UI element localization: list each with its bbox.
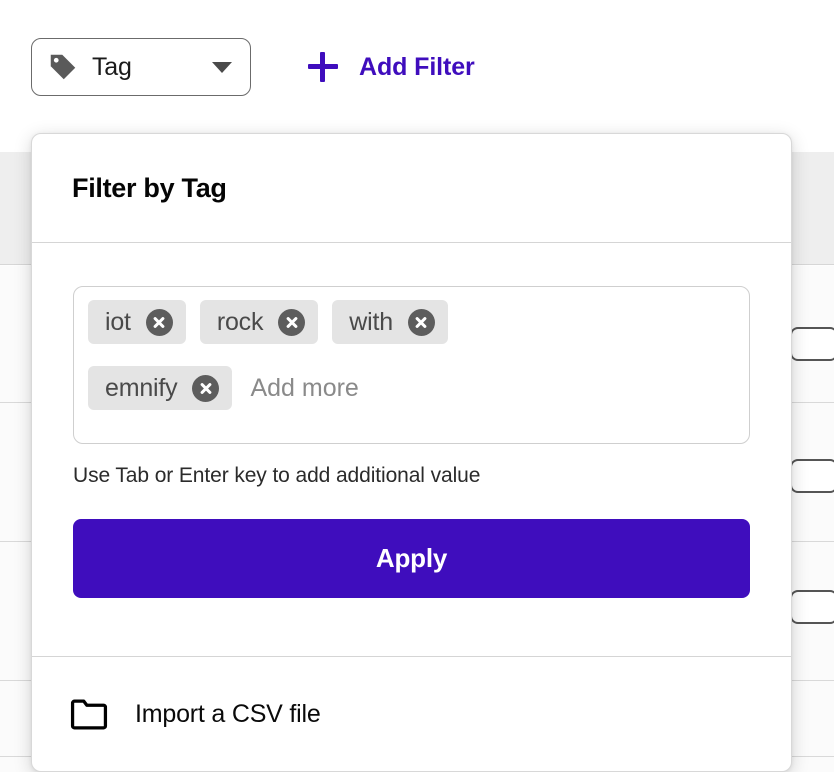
page-title: Filter by Tag <box>72 172 227 203</box>
tag-select-label: Tag <box>92 52 132 81</box>
popover-header: Filter by Tag <box>32 134 791 243</box>
tag-chip: iot <box>88 300 186 344</box>
row-status-badge <box>790 590 834 624</box>
popover-body: iot rock with emnify Use Tab or Enter ke… <box>32 243 791 598</box>
tag-chip: with <box>332 300 448 344</box>
chevron-down-icon <box>212 61 232 73</box>
add-filter-button[interactable]: Add Filter <box>308 46 475 88</box>
tag-chip-label: rock <box>216 307 264 336</box>
tag-icon <box>50 54 76 80</box>
filter-toolbar: Tag Add Filter <box>0 0 834 133</box>
add-filter-label: Add Filter <box>359 52 475 81</box>
tag-input[interactable] <box>246 366 735 410</box>
tag-input-container[interactable]: iot rock with emnify <box>73 286 750 444</box>
tag-chip-label: with <box>349 307 393 336</box>
row-status-badge <box>790 459 834 493</box>
close-circle-icon[interactable] <box>407 308 435 336</box>
tag-input-helper-text: Use Tab or Enter key to add additional v… <box>73 464 481 487</box>
tag-chip-label: emnify <box>105 373 178 402</box>
row-status-badge <box>790 327 834 361</box>
filter-by-tag-popover: Filter by Tag iot rock with emnify Add m… <box>31 133 792 772</box>
folder-icon <box>70 699 108 729</box>
tag-chip: rock <box>199 300 319 344</box>
close-circle-icon[interactable] <box>145 308 173 336</box>
import-csv-row[interactable]: Import a CSV file <box>32 656 791 771</box>
close-circle-icon[interactable] <box>278 308 306 336</box>
tag-filter-select[interactable]: Tag <box>31 38 251 96</box>
tag-chip: emnify <box>88 366 233 410</box>
import-csv-label: Import a CSV file <box>135 699 321 728</box>
tag-chip-label: iot <box>105 307 131 336</box>
plus-icon <box>308 52 338 82</box>
close-circle-icon[interactable] <box>192 374 220 402</box>
apply-button[interactable]: Apply <box>73 519 750 598</box>
